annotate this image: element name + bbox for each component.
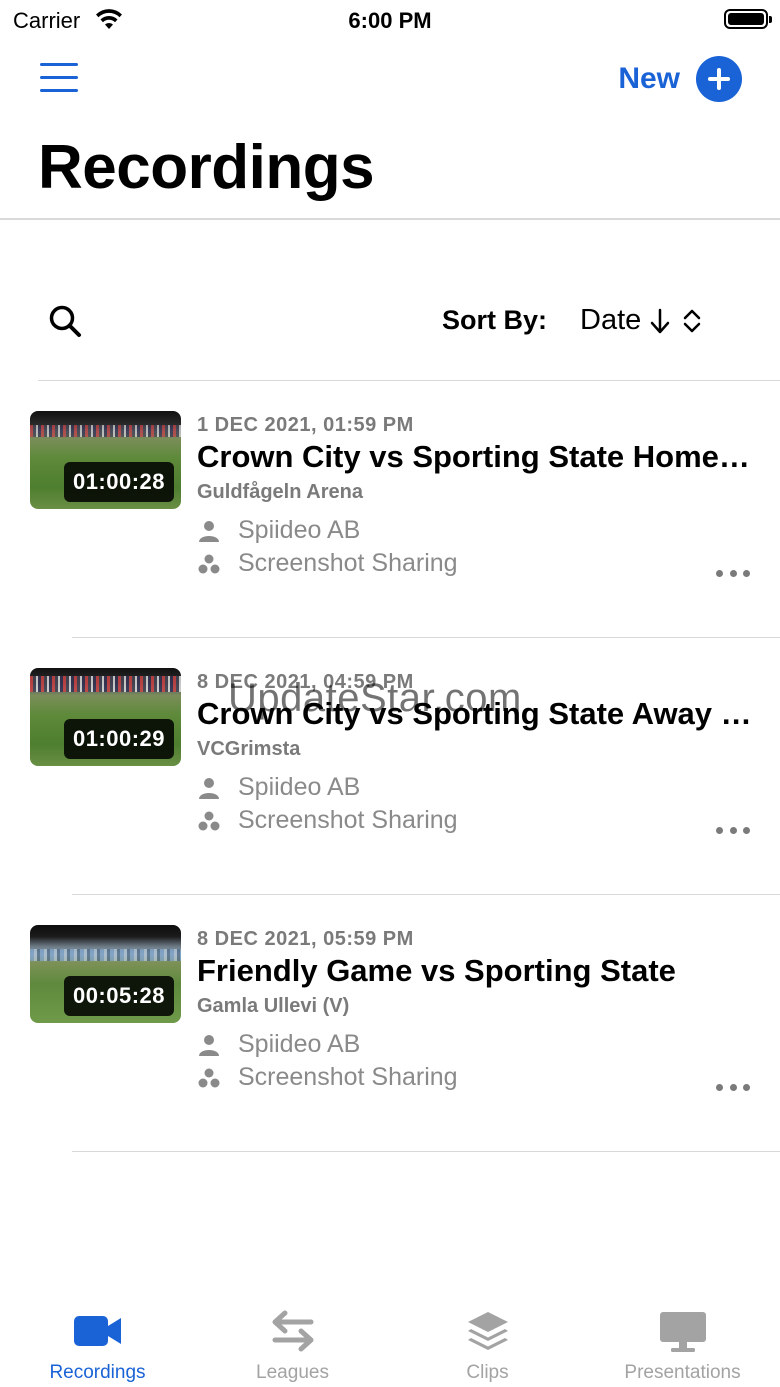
new-label: New bbox=[618, 62, 680, 95]
monitor-icon bbox=[660, 1312, 706, 1352]
row-divider bbox=[72, 1151, 780, 1152]
recording-date: 1 DEC 2021, 01:59 PM bbox=[197, 414, 414, 436]
group-icon bbox=[198, 811, 220, 830]
recording-item[interactable]: 00:05:28 8 DEC 2021, 05:59 PM Friendly G… bbox=[0, 895, 780, 1152]
tab-leagues[interactable]: Leagues bbox=[195, 1290, 390, 1387]
recording-thumbnail: 01:00:28 bbox=[30, 411, 181, 509]
tab-bar: Recordings Leagues Clips Presentations bbox=[0, 1290, 780, 1387]
recording-venue: VCGrimsta bbox=[197, 738, 301, 760]
arrow-down-icon bbox=[651, 308, 670, 333]
recording-thumbnail: 01:00:29 bbox=[30, 668, 181, 766]
more-options-icon[interactable] bbox=[716, 824, 750, 836]
tab-label: Presentations bbox=[624, 1362, 741, 1383]
page-title: Recordings bbox=[38, 133, 375, 202]
tab-presentations[interactable]: Presentations bbox=[585, 1290, 780, 1387]
duration-badge: 01:00:29 bbox=[64, 719, 174, 759]
recording-item[interactable]: 01:00:28 1 DEC 2021, 01:59 PM Crown City… bbox=[0, 381, 780, 638]
person-icon bbox=[199, 1034, 219, 1056]
chevron-up-down-icon bbox=[684, 309, 701, 332]
organization-row: Spiideo AB bbox=[197, 516, 360, 545]
plus-circle-icon bbox=[696, 56, 742, 102]
status-bar: Carrier 6:00 PM bbox=[0, 0, 780, 40]
tab-recordings[interactable]: Recordings bbox=[0, 1290, 195, 1387]
organization-name: Spiideo AB bbox=[238, 1030, 361, 1058]
recording-title: Crown City vs Sporting State Away Game bbox=[197, 696, 757, 731]
clock: 6:00 PM bbox=[348, 8, 432, 33]
more-options-icon[interactable] bbox=[716, 567, 750, 579]
team-name: Screenshot Sharing bbox=[238, 806, 458, 834]
team-name: Screenshot Sharing bbox=[238, 1063, 458, 1091]
recording-venue: Guldfågeln Arena bbox=[197, 481, 363, 503]
duration-badge: 01:00:28 bbox=[64, 462, 174, 502]
team-row: Screenshot Sharing bbox=[197, 549, 458, 578]
tab-label: Clips bbox=[466, 1362, 509, 1383]
hamburger-icon bbox=[40, 63, 78, 66]
person-icon bbox=[199, 777, 219, 799]
header-divider bbox=[0, 218, 780, 220]
search-icon[interactable] bbox=[48, 304, 84, 340]
layers-icon bbox=[468, 1312, 508, 1350]
sort-selector[interactable]: Date bbox=[580, 304, 703, 337]
organization-row: Spiideo AB bbox=[197, 1030, 360, 1059]
recording-item[interactable]: 01:00:29 8 DEC 2021, 04:59 PM Crown City… bbox=[0, 638, 780, 895]
swap-arrows-icon bbox=[272, 1310, 314, 1352]
recording-date: 8 DEC 2021, 04:59 PM bbox=[197, 671, 414, 693]
duration-badge: 00:05:28 bbox=[64, 976, 174, 1016]
sort-label: Sort By: bbox=[442, 305, 548, 335]
recording-title: Friendly Game vs Sporting State bbox=[197, 953, 676, 988]
recording-thumbnail: 00:05:28 bbox=[30, 925, 181, 1023]
sort-value: Date bbox=[580, 304, 642, 336]
new-recording-button[interactable]: New bbox=[618, 56, 742, 102]
recording-venue: Gamla Ullevi (V) bbox=[197, 995, 350, 1017]
menu-button[interactable] bbox=[40, 60, 80, 96]
organization-name: Spiideo AB bbox=[238, 773, 361, 801]
organization-row: Spiideo AB bbox=[197, 773, 360, 802]
recording-date: 8 DEC 2021, 05:59 PM bbox=[197, 928, 414, 950]
battery-icon bbox=[724, 9, 772, 29]
group-icon bbox=[198, 1068, 220, 1087]
tab-label: Recordings bbox=[49, 1362, 146, 1383]
video-camera-icon bbox=[74, 1316, 121, 1346]
person-icon bbox=[199, 520, 219, 542]
tab-clips[interactable]: Clips bbox=[390, 1290, 585, 1387]
tab-label: Leagues bbox=[256, 1362, 329, 1383]
organization-name: Spiideo AB bbox=[238, 516, 361, 544]
group-icon bbox=[198, 554, 220, 573]
team-row: Screenshot Sharing bbox=[197, 806, 458, 835]
team-name: Screenshot Sharing bbox=[238, 549, 458, 577]
recording-title: Crown City vs Sporting State Home Game bbox=[197, 439, 757, 474]
team-row: Screenshot Sharing bbox=[197, 1063, 458, 1092]
more-options-icon[interactable] bbox=[716, 1081, 750, 1093]
